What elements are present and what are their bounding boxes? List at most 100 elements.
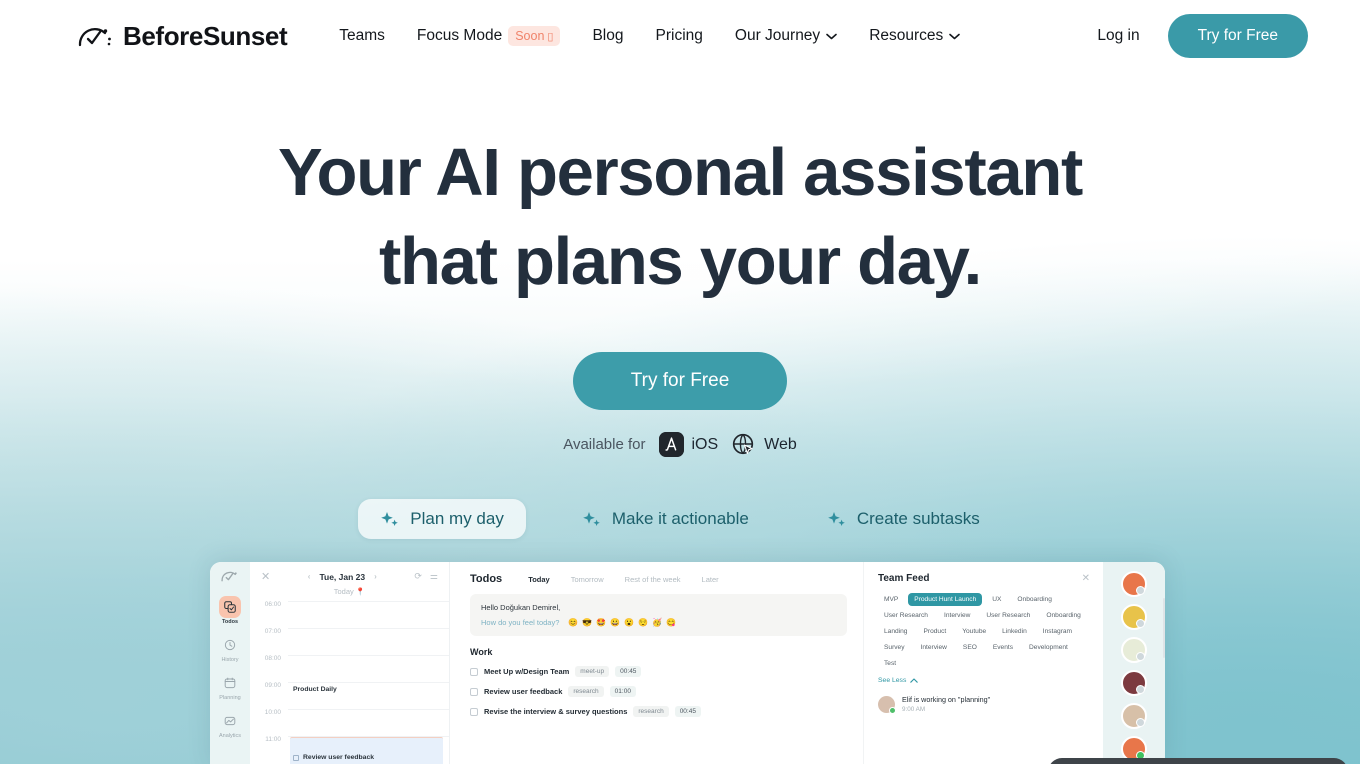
tab-later[interactable]: Later xyxy=(702,575,719,584)
tab-rest-of-the-week[interactable]: Rest of the week xyxy=(625,575,681,584)
feed-chip[interactable]: User Research xyxy=(980,609,1036,622)
feed-chip[interactable]: Onboarding xyxy=(1011,593,1057,606)
avatar[interactable] xyxy=(1121,637,1147,663)
mood-option[interactable]: 😎 xyxy=(582,618,592,627)
chevron-left-icon[interactable]: ‹ xyxy=(308,572,311,581)
tab-today[interactable]: Today xyxy=(528,575,550,584)
refresh-icon[interactable]: ⟳ xyxy=(414,571,422,582)
avatar[interactable] xyxy=(1121,703,1147,729)
top-navigation: BeforeSunset Teams Focus Mode Soon ▯ Blo… xyxy=(0,0,1360,72)
feed-chip[interactable]: Survey xyxy=(878,641,911,654)
task-row[interactable]: Revise the interview & survey questions … xyxy=(470,706,847,717)
feed-chip[interactable]: Landing xyxy=(878,625,913,638)
mood-option[interactable]: 🥳 xyxy=(652,618,662,627)
feed-chip[interactable]: Youtube xyxy=(956,625,992,638)
close-icon[interactable]: ✕ xyxy=(1082,573,1090,584)
avatar[interactable] xyxy=(1121,604,1147,630)
nav-item-our-journey[interactable]: Our Journey xyxy=(719,21,853,51)
feed-chip[interactable]: User Research xyxy=(878,609,934,622)
sidebar-item-label: Todos xyxy=(221,619,239,625)
feature-pill-plan-my-day[interactable]: Plan my day xyxy=(358,499,526,540)
feed-chip[interactable]: Linkedin xyxy=(996,625,1033,638)
platform-web[interactable]: Web xyxy=(731,432,797,457)
calendar-slot[interactable]: Review user feedback xyxy=(288,736,449,764)
todos-section-title: Work xyxy=(470,647,493,657)
feature-pill-label: Plan my day xyxy=(410,509,504,529)
avatar[interactable] xyxy=(1121,571,1147,597)
mood-option[interactable]: 😌 xyxy=(638,618,648,627)
sidebar-item-todos[interactable]: Todos xyxy=(219,593,241,630)
chevron-right-icon[interactable]: › xyxy=(374,572,377,581)
sidebar-item-history[interactable]: History xyxy=(219,631,241,668)
checkbox-icon[interactable] xyxy=(293,754,299,761)
sidebar-item-label: Planning xyxy=(219,695,241,701)
feed-chip-selected[interactable]: Product Hunt Launch xyxy=(908,593,983,606)
mood-option[interactable]: 😊 xyxy=(568,618,578,627)
calendar-row: 10:00 xyxy=(250,709,449,736)
mood-option[interactable]: 🤩 xyxy=(596,618,606,627)
team-avatars-column xyxy=(1103,562,1165,764)
feed-activity-text-wrap: Elif is working on "planning" 9:00 AM xyxy=(902,695,990,713)
mood-option[interactable]: 😋 xyxy=(666,618,676,627)
task-checkbox-icon[interactable] xyxy=(470,687,478,696)
calendar-slot[interactable]: Product Daily xyxy=(288,682,449,709)
feed-chip[interactable]: UX xyxy=(986,593,1007,606)
task-row[interactable]: Review user feedback research 01:00 xyxy=(470,686,847,697)
login-link[interactable]: Log in xyxy=(1079,19,1157,53)
try-for-free-button-hero[interactable]: Try for Free xyxy=(572,352,788,411)
nav-links: Teams Focus Mode Soon ▯ Blog Pricing Our… xyxy=(323,20,1079,52)
task-row[interactable]: Meet Up w/Design Team meet-up 00:45 xyxy=(470,666,847,677)
hero-cta-wrap: Try for Free xyxy=(0,352,1360,411)
mood-option[interactable]: 😮 xyxy=(624,618,634,627)
sidebar-item-label: Analytics xyxy=(218,733,241,739)
task-checkbox-icon[interactable] xyxy=(470,707,478,716)
avatar xyxy=(878,695,896,714)
calendar-row: 09:00 Product Daily xyxy=(250,682,449,709)
try-for-free-button-nav[interactable]: Try for Free xyxy=(1167,14,1308,58)
sidebar-item-planning[interactable]: Planning xyxy=(219,669,241,706)
calendar-slot[interactable] xyxy=(288,601,449,628)
nav-item-teams[interactable]: Teams xyxy=(323,21,401,51)
nav-item-blog[interactable]: Blog xyxy=(576,21,639,51)
feature-pill-create-subtasks[interactable]: Create subtasks xyxy=(805,499,1002,539)
brand-name: BeforeSunset xyxy=(123,20,288,51)
feed-chip[interactable]: Onboarding xyxy=(1040,609,1086,622)
scrollbar[interactable] xyxy=(1163,598,1165,658)
platform-ios[interactable]: iOS xyxy=(658,432,718,458)
calendar-slot[interactable] xyxy=(288,628,449,655)
feed-activity-item[interactable]: Elif is working on "planning" 9:00 AM xyxy=(878,695,1090,714)
calendar-hour-label: 10:00 xyxy=(264,709,281,716)
feed-chip[interactable]: Test xyxy=(878,657,902,670)
feed-chip[interactable]: MVP xyxy=(878,593,904,606)
calendar-slot[interactable] xyxy=(288,709,449,736)
nav-item-resources[interactable]: Resources xyxy=(853,21,976,51)
nav-item-pricing[interactable]: Pricing xyxy=(640,21,719,51)
mood-option[interactable]: 😀 xyxy=(610,618,620,627)
feature-pill-make-it-actionable[interactable]: Make it actionable xyxy=(560,499,771,539)
feed-chip[interactable]: Instagram xyxy=(1037,625,1078,638)
calendar-slot[interactable] xyxy=(288,655,449,682)
tab-tomorrow[interactable]: Tomorrow xyxy=(571,575,604,584)
feed-chip[interactable]: Product xyxy=(917,625,952,638)
nav-item-focus-mode[interactable]: Focus Mode Soon ▯ xyxy=(401,20,577,52)
close-icon[interactable]: ✕ xyxy=(261,570,270,583)
task-checkbox-icon[interactable] xyxy=(470,667,478,676)
platform-label: Web xyxy=(764,435,797,453)
calendar-hour-label: 06:00 xyxy=(264,601,281,608)
calendar-event[interactable]: Review user feedback xyxy=(290,737,443,764)
feature-pill-label: Create subtasks xyxy=(856,509,980,529)
feed-chip[interactable]: Interview xyxy=(915,641,953,654)
sunset-arc-check-icon xyxy=(220,571,237,582)
calendar-row: 08:00 xyxy=(250,655,449,682)
see-less-button[interactable]: See Less xyxy=(878,677,1090,684)
sidebar-item-analytics[interactable]: Analytics xyxy=(219,707,241,744)
feed-chip[interactable]: Interview xyxy=(938,609,976,622)
feed-chip[interactable]: Events xyxy=(987,641,1019,654)
calendar-event[interactable]: Product Daily xyxy=(290,684,443,695)
avatar[interactable] xyxy=(1121,670,1147,696)
sliders-icon[interactable]: ⚌ xyxy=(430,571,438,582)
brand-logo[interactable]: BeforeSunset xyxy=(78,20,288,52)
feed-chip[interactable]: Development xyxy=(1023,641,1074,654)
todos-panel: Todos Today Tomorrow Rest of the week La… xyxy=(450,562,863,764)
feed-chip[interactable]: SEO xyxy=(957,641,983,654)
